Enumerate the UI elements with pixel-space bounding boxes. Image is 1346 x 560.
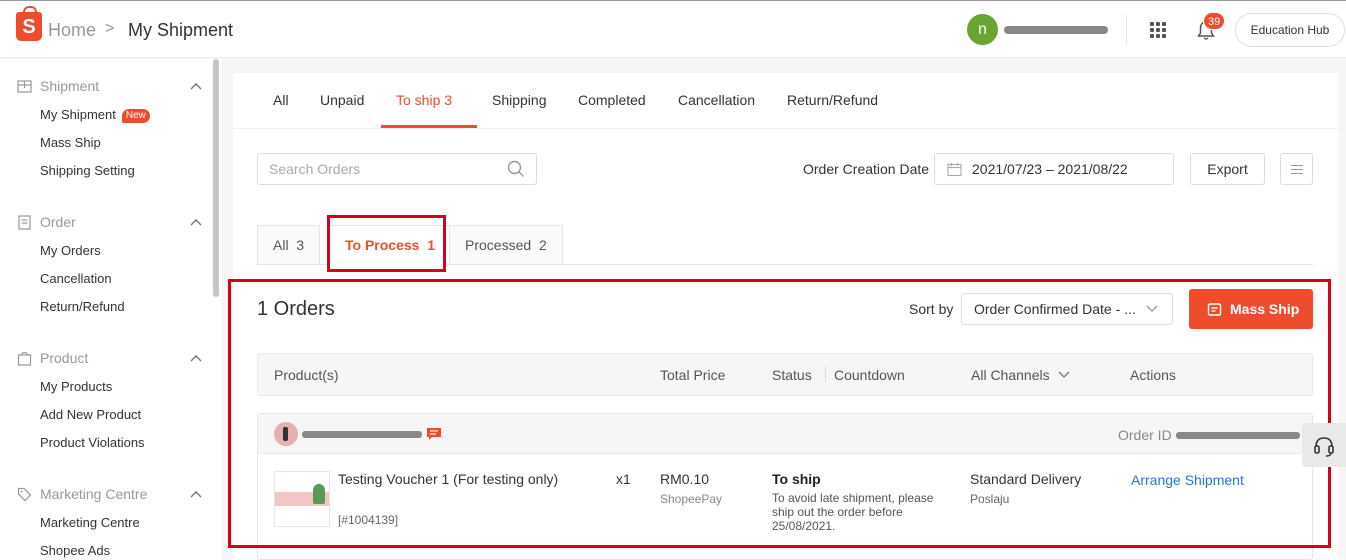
tab-completed[interactable]: Completed xyxy=(578,92,646,108)
header-divider xyxy=(1126,15,1127,45)
username-redacted[interactable] xyxy=(1004,26,1108,34)
tag-icon xyxy=(17,487,32,502)
shopee-logo-icon[interactable]: S xyxy=(16,6,42,41)
tab-unpaid[interactable]: Unpaid xyxy=(320,92,364,108)
sidebar-item-cancellation[interactable]: Cancellation xyxy=(40,271,112,286)
sidebar: Shipment My Shipment New Mass Ship Shippi… xyxy=(0,59,222,560)
product-bag-icon xyxy=(17,351,32,366)
apps-grid-icon[interactable] xyxy=(1150,22,1166,38)
shipment-box-icon xyxy=(17,80,32,93)
tab-all[interactable]: All xyxy=(273,92,289,108)
sidebar-section-shipment[interactable]: Shipment xyxy=(40,78,99,94)
chevron-up-icon[interactable] xyxy=(190,490,202,498)
tab-return-refund[interactable]: Return/Refund xyxy=(787,92,878,108)
date-range-picker[interactable]: 2021/07/23 – 2021/08/22 xyxy=(934,153,1174,185)
chevron-up-icon[interactable] xyxy=(190,218,202,226)
search-icon[interactable] xyxy=(507,160,525,178)
highlight-box-orders xyxy=(228,279,1331,548)
sidebar-item-label: My Shipment xyxy=(40,107,116,122)
breadcrumb-separator: > xyxy=(105,20,115,37)
highlight-box-to-process xyxy=(327,215,446,272)
order-document-icon xyxy=(18,215,31,230)
sidebar-item-add-new-product[interactable]: Add New Product xyxy=(40,407,141,422)
calendar-icon xyxy=(947,163,962,177)
sidebar-scrollbar[interactable] xyxy=(213,59,219,297)
tab-cancellation[interactable]: Cancellation xyxy=(678,92,755,108)
sidebar-section-product[interactable]: Product xyxy=(40,350,88,366)
sidebar-item-my-orders[interactable]: My Orders xyxy=(40,243,101,258)
top-header: S Home > My Shipment n 39 Education Hub xyxy=(0,0,1346,58)
breadcrumb-current: My Shipment xyxy=(128,20,234,40)
new-badge: New xyxy=(121,109,150,123)
sidebar-item-return-refund[interactable]: Return/Refund xyxy=(40,299,125,314)
breadcrumb-home[interactable]: Home xyxy=(48,20,96,41)
subtab-count: 3 xyxy=(296,237,305,253)
subtab-processed[interactable]: Processed 2 xyxy=(449,225,563,265)
list-menu-button[interactable] xyxy=(1280,153,1313,185)
tab-shipping[interactable]: Shipping xyxy=(492,92,547,108)
sidebar-item-product-violations[interactable]: Product Violations xyxy=(40,435,145,450)
date-range-value: 2021/07/23 – 2021/08/22 xyxy=(972,161,1128,177)
sidebar-item-my-shipment[interactable]: My Shipment New xyxy=(40,107,150,123)
sidebar-section-order[interactable]: Order xyxy=(40,214,76,230)
subtab-label: All xyxy=(273,237,289,253)
floating-help-button[interactable] xyxy=(1302,423,1346,467)
subtab-all[interactable]: All 3 xyxy=(257,225,321,265)
search-orders-input[interactable] xyxy=(257,153,537,185)
education-hub-button[interactable]: Education Hub xyxy=(1235,13,1345,47)
sidebar-item-mass-ship[interactable]: Mass Ship xyxy=(40,135,101,150)
chevron-up-icon[interactable] xyxy=(190,354,202,362)
sidebar-item-marketing-centre[interactable]: Marketing Centre xyxy=(40,515,140,530)
export-button[interactable]: Export xyxy=(1190,153,1265,185)
subtab-label: Processed xyxy=(465,237,532,253)
headset-icon xyxy=(1314,437,1334,457)
sidebar-item-shopee-ads[interactable]: Shopee Ads xyxy=(40,543,110,558)
sidebar-item-shipping-setting[interactable]: Shipping Setting xyxy=(40,163,135,178)
order-creation-date-label: Order Creation Date xyxy=(803,161,930,177)
user-avatar[interactable]: n xyxy=(967,14,998,45)
active-tab-indicator xyxy=(381,125,477,128)
tab-to-ship[interactable]: To ship 3 xyxy=(396,92,452,108)
notification-badge: 39 xyxy=(1203,12,1226,30)
subtab-count: 2 xyxy=(538,237,547,253)
sidebar-section-marketing-centre[interactable]: Marketing Centre xyxy=(40,486,147,502)
chevron-up-icon[interactable] xyxy=(190,82,202,90)
status-tabs: All Unpaid To ship 3 Shipping Completed … xyxy=(233,73,1338,129)
sidebar-item-my-products[interactable]: My Products xyxy=(40,379,112,394)
